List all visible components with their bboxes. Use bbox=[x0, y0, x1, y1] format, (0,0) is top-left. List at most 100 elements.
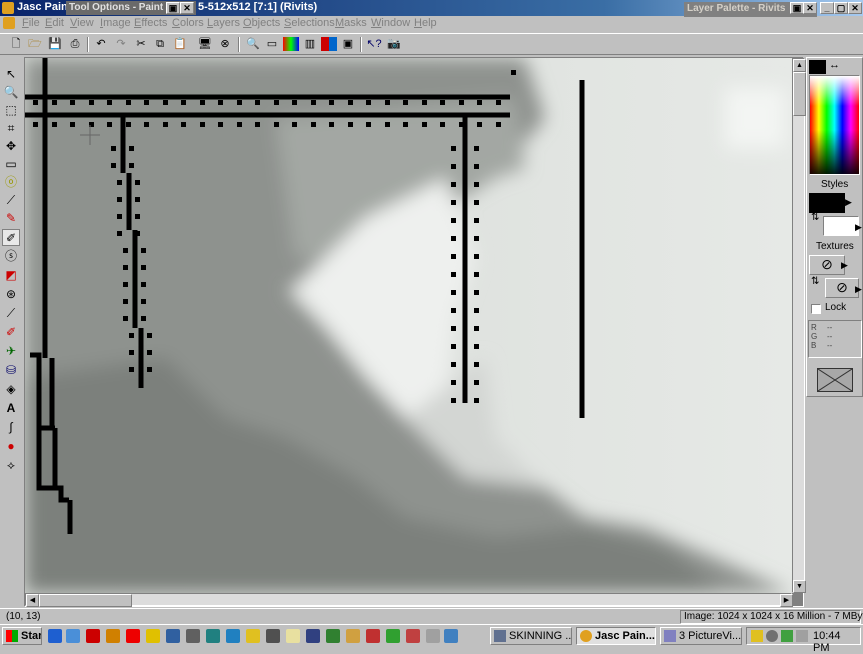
new-icon[interactable]: 🗋 bbox=[8, 37, 24, 51]
quicklaunch-folder-icon[interactable] bbox=[146, 629, 160, 643]
quicklaunch-chat-icon[interactable] bbox=[326, 629, 340, 643]
tray-gear-icon[interactable] bbox=[766, 630, 778, 642]
help-icon[interactable]: ↖? bbox=[366, 37, 382, 51]
clone-brush-tool-icon[interactable]: ✐ bbox=[2, 229, 20, 246]
quicklaunch-monitor-icon[interactable] bbox=[306, 629, 320, 643]
task-skinning[interactable]: SKINNING ... bbox=[490, 627, 572, 645]
copy-icon[interactable]: ⧉ bbox=[152, 37, 168, 51]
quicklaunch-page-icon[interactable] bbox=[286, 629, 300, 643]
horizontal-scroll-thumb[interactable] bbox=[39, 594, 132, 607]
menu-image[interactable]: Image bbox=[100, 17, 131, 29]
menu-masks[interactable]: Masks bbox=[335, 17, 367, 29]
menu-layers[interactable]: Layers bbox=[207, 17, 240, 29]
lock-checkbox[interactable] bbox=[811, 304, 821, 314]
quicklaunch-computer-icon[interactable] bbox=[166, 629, 180, 643]
quicklaunch-search-icon[interactable] bbox=[346, 629, 360, 643]
crop-tool-icon[interactable]: ⌗ bbox=[2, 119, 20, 136]
quicklaunch-app-icon[interactable] bbox=[386, 629, 400, 643]
menu-effects[interactable]: Effects bbox=[134, 17, 167, 29]
quicklaunch-explorer-icon[interactable] bbox=[66, 629, 80, 643]
clock[interactable]: 10:44 PM bbox=[813, 630, 860, 654]
swap-textures-icon[interactable]: ⇅ bbox=[811, 276, 819, 287]
vertical-scroll-thumb[interactable] bbox=[793, 72, 806, 116]
arrow-tool-icon[interactable]: ↖ bbox=[2, 65, 20, 82]
draw-tool-icon[interactable]: ∫ bbox=[2, 418, 20, 435]
image-canvas[interactable] bbox=[25, 58, 792, 593]
toolbar-toggle-icon[interactable]: ▭ bbox=[264, 37, 280, 51]
quicklaunch-paint-icon[interactable] bbox=[366, 629, 380, 643]
preset-shapes-tool-icon[interactable]: ● bbox=[2, 437, 20, 454]
palette-icon[interactable] bbox=[321, 37, 337, 51]
background-texture-button[interactable]: ⊘ bbox=[825, 278, 859, 298]
retouch-tool-icon[interactable]: ◩ bbox=[2, 266, 20, 283]
eraser-tool-icon[interactable]: ⟋ bbox=[2, 304, 20, 321]
menu-file[interactable]: File bbox=[22, 17, 40, 29]
menu-selections[interactable]: Selections bbox=[284, 17, 335, 29]
scroll-right-button[interactable]: ▶ bbox=[780, 594, 793, 607]
camera-icon[interactable]: 📷 bbox=[386, 37, 402, 51]
text-tool-icon[interactable]: A bbox=[2, 399, 20, 416]
quicklaunch-desktop-icon[interactable] bbox=[444, 629, 458, 643]
tool-options-pin-button[interactable]: ▣ bbox=[166, 2, 180, 14]
swap-arrows-icon[interactable]: ↔ bbox=[829, 59, 840, 71]
color-replacer-tool-icon[interactable]: ⓢ bbox=[2, 247, 20, 264]
title-bar[interactable]: Jasc Pain Tool Options - Paint ▣ ✕ 5-512… bbox=[0, 0, 863, 17]
menu-window[interactable]: Window bbox=[371, 17, 410, 29]
tray-hand-icon[interactable] bbox=[751, 630, 763, 642]
close-button[interactable]: ✕ bbox=[848, 2, 862, 14]
document-icon[interactable] bbox=[3, 17, 15, 29]
horizontal-scrollbar[interactable]: ◀ ▶ bbox=[25, 593, 793, 607]
quicklaunch-scanner-icon[interactable] bbox=[186, 629, 200, 643]
quicklaunch-tools-icon[interactable] bbox=[106, 629, 120, 643]
foreground-style-arrow-icon[interactable]: ▶ bbox=[845, 197, 852, 208]
quicklaunch-network-icon[interactable] bbox=[206, 629, 220, 643]
swap-styles-icon[interactable]: ⇅ bbox=[811, 212, 819, 223]
menu-edit[interactable]: Edit bbox=[45, 17, 64, 29]
tray-network-icon[interactable] bbox=[781, 630, 793, 642]
task-jasc-paint[interactable]: Jasc Pain... bbox=[576, 627, 656, 645]
quicklaunch-diamond-icon[interactable] bbox=[226, 629, 240, 643]
zoom-tool-icon[interactable]: 🔍 bbox=[2, 83, 20, 100]
background-style-swatch[interactable] bbox=[823, 216, 859, 236]
menu-colors[interactable]: Colors bbox=[172, 17, 204, 29]
airbrush-tool-icon[interactable]: ✈ bbox=[2, 342, 20, 359]
selection-tool-icon[interactable]: ▭ bbox=[2, 155, 20, 172]
quicklaunch-hand-icon[interactable] bbox=[246, 629, 260, 643]
dropper-tool-icon[interactable]: ⟋ bbox=[2, 191, 20, 208]
object-selector-tool-icon[interactable]: ⟡ bbox=[2, 456, 20, 473]
foreground-texture-button[interactable]: ⊘ bbox=[809, 255, 845, 275]
quicklaunch-browser-icon[interactable] bbox=[266, 629, 280, 643]
background-style-arrow-icon[interactable]: ▶ bbox=[855, 222, 862, 233]
color-picker-spectrum[interactable] bbox=[809, 75, 860, 175]
flood-fill-tool-icon[interactable]: ⛁ bbox=[2, 361, 20, 378]
freehand-selection-tool-icon[interactable]: ⓞ bbox=[2, 173, 20, 190]
histogram-icon[interactable]: ▥ bbox=[302, 37, 318, 51]
quicklaunch-media-icon[interactable] bbox=[426, 629, 440, 643]
scroll-down-button[interactable]: ▼ bbox=[793, 580, 806, 593]
paint-brush-tool-icon[interactable]: ✎ bbox=[2, 209, 20, 226]
minimize-button[interactable]: _ bbox=[820, 2, 834, 14]
start-button[interactable]: Start bbox=[2, 627, 42, 645]
deformation-tool-icon[interactable]: ⬚ bbox=[2, 101, 20, 118]
zoom-icon[interactable]: 🔍 bbox=[245, 37, 261, 51]
background-texture-arrow-icon[interactable]: ▶ bbox=[855, 284, 862, 295]
scroll-up-button[interactable]: ▲ bbox=[793, 59, 806, 72]
quicklaunch-ie-icon[interactable] bbox=[48, 629, 62, 643]
vertical-scrollbar[interactable]: ▲ ▼ bbox=[792, 58, 806, 593]
retouch-alt-tool-icon[interactable]: ◈ bbox=[2, 380, 20, 397]
quicklaunch-red-cross-icon[interactable] bbox=[126, 629, 140, 643]
cut-icon[interactable]: ✂ bbox=[133, 37, 149, 51]
menu-help[interactable]: Help bbox=[414, 17, 437, 29]
scan-icon[interactable]: ⊗ bbox=[217, 37, 233, 51]
menu-objects[interactable]: Objects bbox=[243, 17, 280, 29]
task-pictureviewer[interactable]: 3 PictureVi... bbox=[660, 627, 742, 645]
layers-icon[interactable]: ▣ bbox=[340, 37, 356, 51]
browse-icon[interactable]: 🖥 bbox=[197, 37, 213, 51]
layer-palette-pin-button[interactable]: ▣ bbox=[790, 2, 804, 14]
scroll-left-button[interactable]: ◀ bbox=[26, 594, 39, 607]
mover-tool-icon[interactable]: ✥ bbox=[2, 137, 20, 154]
save-icon[interactable]: 💾 bbox=[47, 37, 63, 51]
picture-tube-tool-icon[interactable]: ✐ bbox=[2, 323, 20, 340]
quicklaunch-acrobat-icon[interactable] bbox=[86, 629, 100, 643]
foreground-style-swatch[interactable] bbox=[809, 193, 845, 213]
